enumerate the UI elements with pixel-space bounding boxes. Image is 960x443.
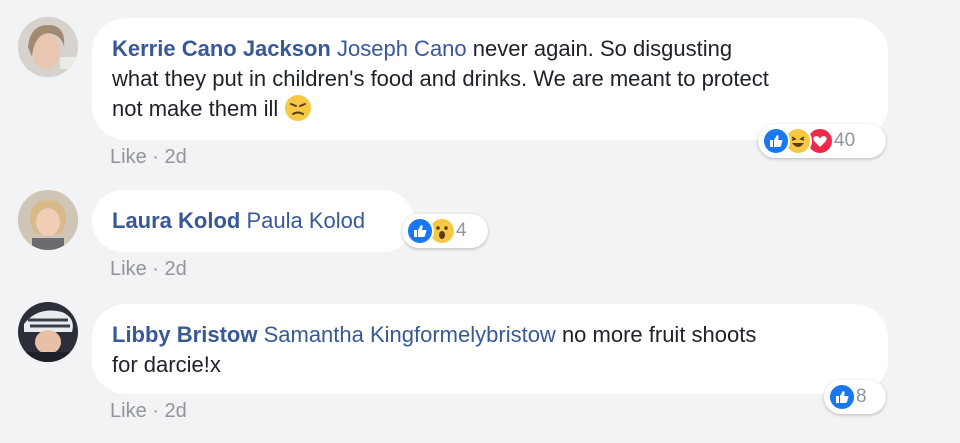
separator: ·	[146, 400, 165, 422]
comment-author[interactable]: Laura Kolod	[112, 208, 240, 233]
like-button[interactable]: Like	[110, 258, 147, 280]
mention-link[interactable]: Paula Kolod	[246, 208, 365, 233]
comment-actions: Like · 2d	[110, 146, 187, 169]
reaction-summary[interactable]: 8	[824, 380, 886, 414]
like-button[interactable]: Like	[110, 400, 147, 422]
comment-actions: Like · 2d	[110, 400, 187, 423]
comment-text: no more fruit shoots	[555, 322, 757, 347]
reaction-summary[interactable]: 40	[758, 124, 886, 158]
comment-time[interactable]: 2d	[164, 146, 186, 168]
comment-text: not make them ill	[112, 96, 279, 121]
avatar[interactable]	[18, 190, 78, 250]
separator: ·	[146, 146, 165, 168]
comment-time[interactable]: 2d	[164, 258, 186, 280]
reaction-count: 8	[856, 386, 867, 407]
mention-link[interactable]: Joseph Cano	[337, 36, 467, 61]
comment-bubble: Libby Bristow Samantha Kingformelybristo…	[92, 304, 888, 394]
comment-actions: Like · 2d	[110, 258, 187, 281]
comment-bubble: Laura Kolod Paula Kolod	[92, 190, 414, 252]
mention-link[interactable]: Samantha Kingformelybristow	[264, 322, 556, 347]
reaction-summary[interactable]: 4	[402, 214, 488, 248]
comment-author[interactable]: Kerrie Cano Jackson	[112, 36, 331, 61]
comment-author[interactable]: Libby Bristow	[112, 322, 257, 347]
like-button[interactable]: Like	[110, 146, 147, 168]
comment-text: what they put in children's food and dri…	[112, 66, 769, 91]
reaction-count: 4	[456, 220, 467, 241]
reaction-count: 40	[834, 130, 856, 151]
separator: ·	[146, 258, 165, 280]
angry-face-icon	[284, 94, 312, 122]
comment-text: never again. So disgusting	[466, 36, 733, 61]
comment-text: for darcie!x	[112, 352, 221, 377]
like-reaction-icon	[762, 127, 790, 155]
like-reaction-icon	[828, 383, 856, 411]
avatar[interactable]	[18, 302, 78, 362]
comment-bubble: Kerrie Cano Jackson Joseph Cano never ag…	[92, 18, 888, 140]
like-reaction-icon	[406, 217, 434, 245]
avatar[interactable]	[18, 17, 78, 77]
comment-time[interactable]: 2d	[164, 400, 186, 422]
